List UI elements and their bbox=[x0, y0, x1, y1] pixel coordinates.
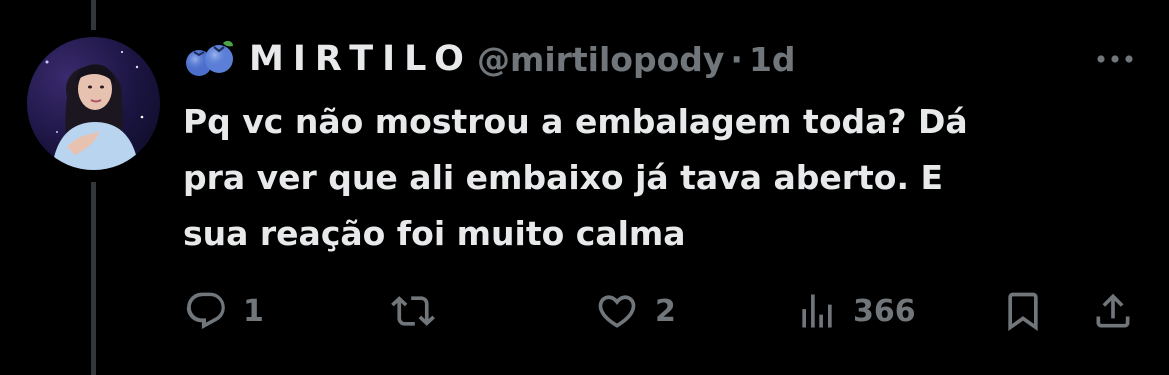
retweet-button[interactable] bbox=[388, 289, 452, 333]
share-icon bbox=[1096, 293, 1130, 328]
bookmark-button[interactable] bbox=[1001, 289, 1045, 333]
handle[interactable]: @mirtilopody bbox=[477, 40, 724, 79]
like-button[interactable]: 2 bbox=[593, 289, 676, 333]
tweet-text-line: Pq vc não mostrou a embalagem toda? Dá bbox=[183, 102, 968, 141]
avatar[interactable] bbox=[27, 37, 160, 170]
separator-dot: · bbox=[730, 39, 743, 79]
views-count: 366 bbox=[853, 293, 916, 329]
bookmark-icon bbox=[1008, 292, 1038, 332]
more-horizontal-icon bbox=[1097, 55, 1133, 63]
display-name[interactable]: MIRTILO bbox=[249, 39, 473, 79]
heart-icon bbox=[598, 295, 636, 328]
blueberry-icon bbox=[183, 39, 239, 79]
timestamp[interactable]: 1d bbox=[749, 40, 796, 79]
more-options-button[interactable] bbox=[1093, 44, 1137, 74]
thread-line-bottom bbox=[91, 182, 96, 375]
action-bar: 1 2 366 bbox=[183, 283, 1143, 339]
tweet-header: MIRTILO @mirtilopody · 1d bbox=[183, 30, 1143, 88]
reply-button[interactable]: 1 bbox=[183, 289, 264, 333]
reply-icon bbox=[186, 292, 225, 330]
like-count: 2 bbox=[655, 293, 676, 329]
views-icon bbox=[802, 294, 832, 328]
share-button[interactable] bbox=[1091, 289, 1135, 333]
tweet-text-line: pra ver que ali embaixo já tava aberto. … bbox=[183, 158, 944, 197]
tweet-text: Pq vc não mostrou a embalagem toda? Dá p… bbox=[183, 94, 1103, 262]
tweet-text-line: sua reação foi muito calma bbox=[183, 214, 686, 253]
thread-line-top bbox=[91, 0, 96, 30]
reply-count: 1 bbox=[243, 293, 264, 329]
retweet-icon bbox=[391, 296, 435, 326]
tweet[interactable]: MIRTILO @mirtilopody · 1d Pq vc não most… bbox=[183, 30, 1143, 262]
views-button[interactable]: 366 bbox=[795, 289, 916, 333]
